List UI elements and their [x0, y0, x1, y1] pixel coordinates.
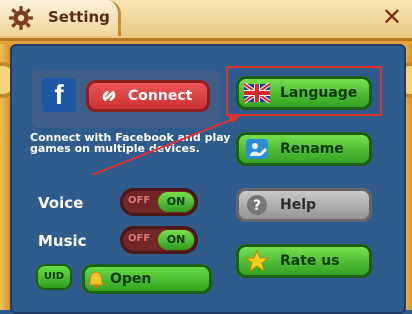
open-label: Open: [110, 271, 152, 287]
facebook-connect-button[interactable]: Connect: [86, 80, 210, 112]
rename-button[interactable]: Rename: [236, 132, 372, 166]
voice-off-label: OFF: [128, 195, 151, 206]
title-tab: Setting: [0, 0, 121, 36]
highlight-box: [226, 66, 382, 116]
help-label: Help: [280, 197, 317, 213]
rate-us-label: Rate us: [280, 253, 340, 269]
gear-icon: [9, 6, 33, 30]
star-icon: [244, 250, 270, 272]
uid-button[interactable]: UID: [36, 264, 72, 290]
rename-icon: [246, 139, 268, 159]
svg-text:?: ?: [253, 198, 261, 214]
title-bar: Setting ✕: [0, 0, 412, 41]
help-icon: ?: [247, 195, 267, 215]
rename-label: Rename: [280, 141, 344, 157]
voice-on-label: ON: [158, 192, 194, 212]
voice-toggle[interactable]: OFF ON: [120, 188, 198, 216]
bell-icon: [86, 271, 106, 289]
help-button[interactable]: ? Help: [236, 188, 372, 222]
page-title: Setting: [48, 8, 110, 26]
link-icon: [102, 90, 116, 102]
music-label: Music: [38, 232, 87, 250]
close-button[interactable]: ✕: [382, 5, 402, 29]
facebook-description: Connect with Facebook and play games on …: [30, 131, 231, 155]
connect-label: Connect: [128, 88, 193, 104]
voice-label: Voice: [38, 194, 84, 212]
music-on-label: ON: [158, 230, 194, 250]
music-toggle[interactable]: OFF ON: [120, 226, 198, 254]
facebook-logo: f: [42, 78, 76, 112]
music-off-label: OFF: [128, 233, 151, 244]
rate-us-button[interactable]: Rate us: [236, 244, 372, 278]
